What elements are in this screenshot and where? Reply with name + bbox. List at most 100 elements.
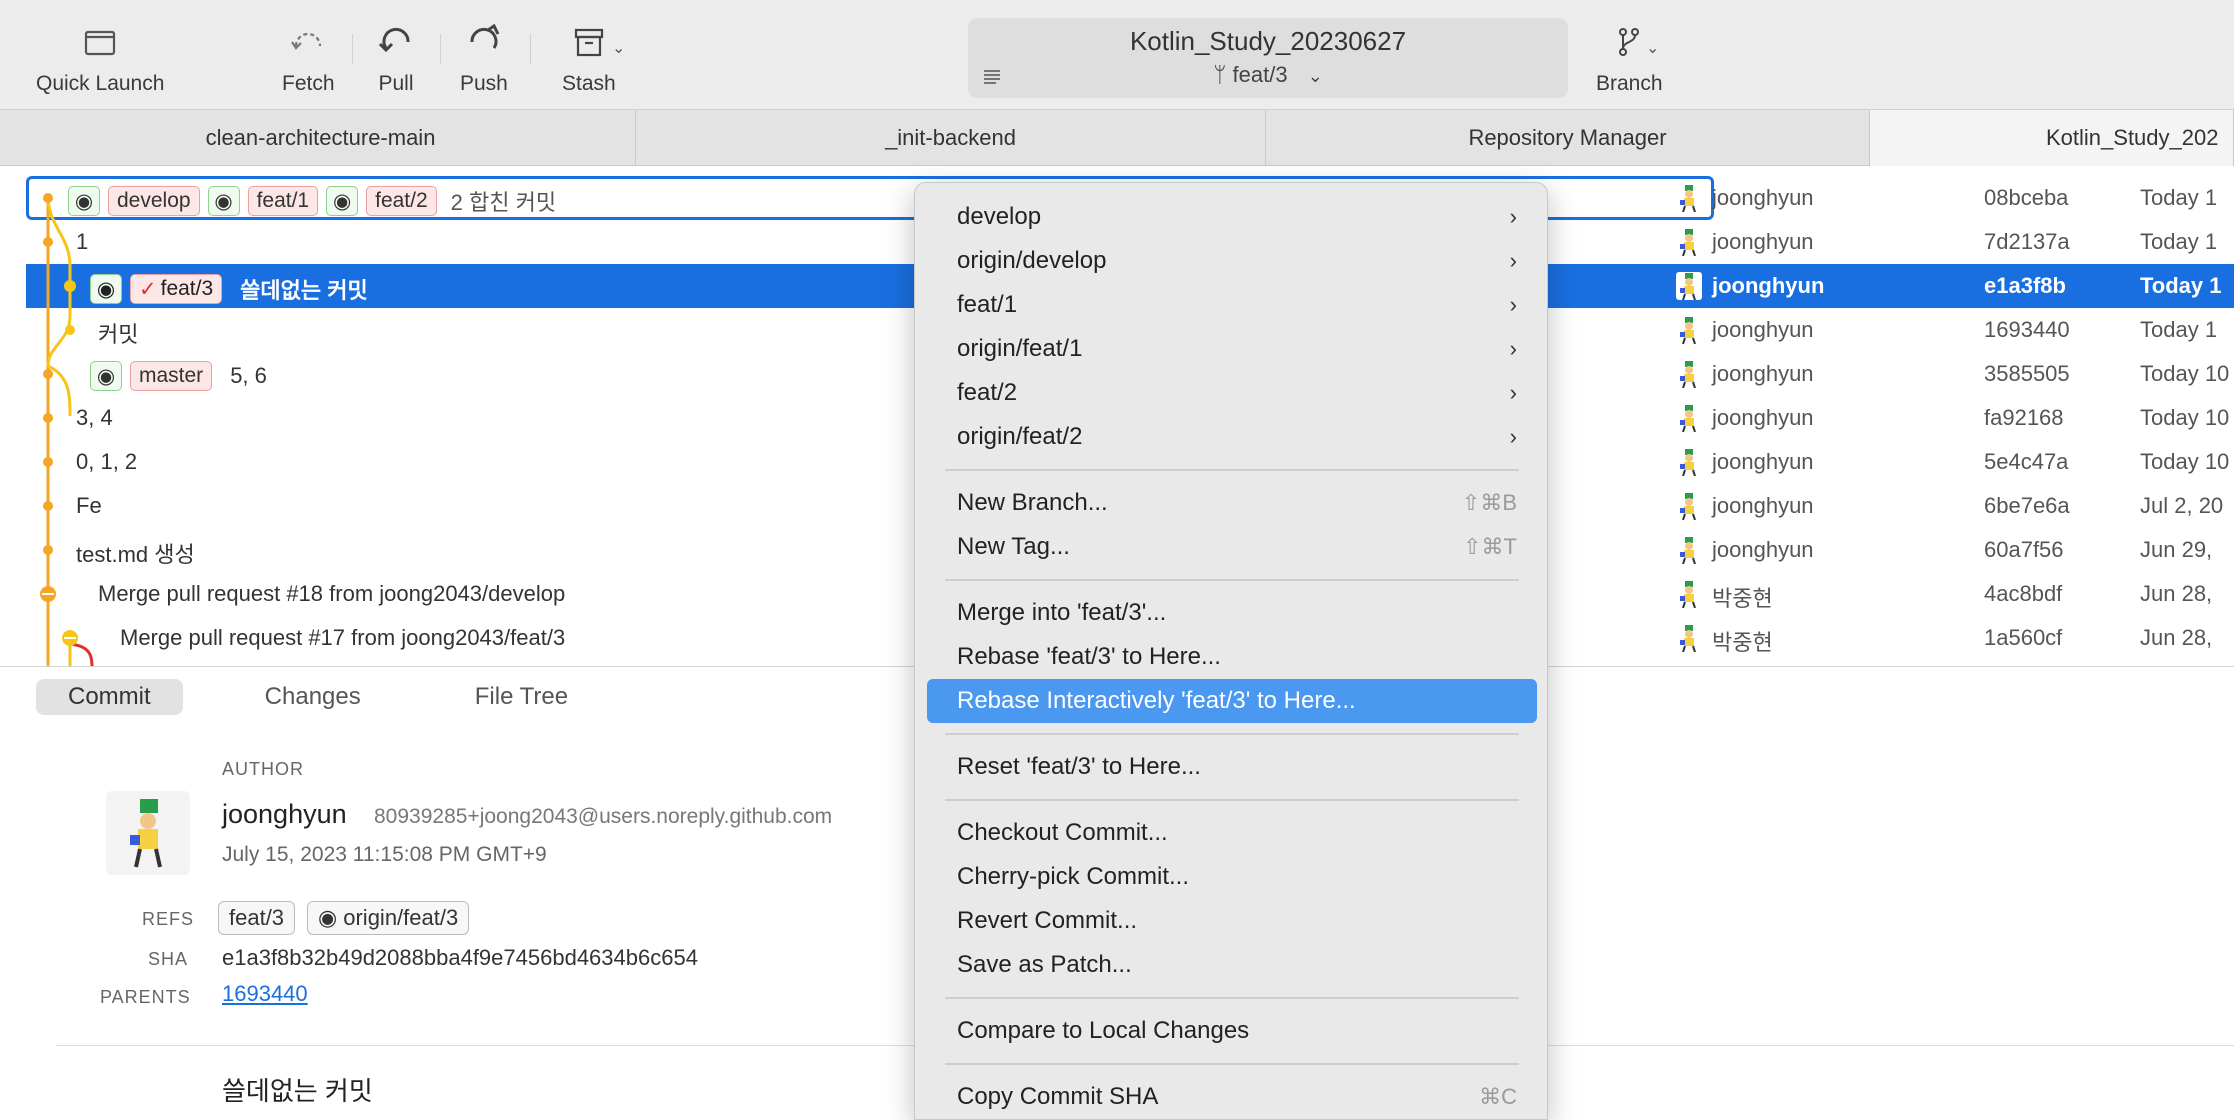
menu-item-label: origin/feat/1 <box>957 335 1083 362</box>
branch-ref-badge[interactable]: feat/2 <box>366 186 437 216</box>
menu-item-new-tag[interactable]: New Tag... ⇧⌘T <box>927 525 1537 569</box>
tab-clean-architecture-main[interactable]: clean-architecture-main <box>6 110 636 166</box>
avatar <box>1676 448 1702 477</box>
menu-item-feat-1[interactable]: feat/1 › <box>927 283 1537 327</box>
commit-sha: 08bceba <box>1984 185 2069 210</box>
menu-item-cherry-pick[interactable]: Cherry-pick Commit... <box>927 855 1537 899</box>
stash-dropdown-caret-icon[interactable]: ⌄ <box>612 38 625 58</box>
commit-sha: 1693440 <box>1984 317 2070 342</box>
commit-sha: 4ac8bdf <box>1984 581 2063 606</box>
detail-tabs: Commit Changes File Tree <box>36 679 600 715</box>
author-name: joonghyun <box>222 799 347 829</box>
menu-shortcut: ⇧⌘B <box>1461 490 1517 515</box>
commit-date: Jul 2, 20 <box>2140 493 2224 518</box>
menu-item-feat-2[interactable]: feat/2 › <box>927 371 1537 415</box>
stash-button[interactable]: Stash <box>562 22 616 96</box>
menu-item-origin-feat-2[interactable]: origin/feat/2 › <box>927 415 1537 459</box>
menu-item-revert-commit[interactable]: Revert Commit... <box>927 899 1537 943</box>
commit-date: Today 1 <box>2140 317 2218 342</box>
parent-commit-link[interactable]: 1693440 <box>222 981 308 1007</box>
branch-ref-badge[interactable]: develop <box>108 186 200 216</box>
author-email: 80939285+joong2043@users.noreply.github.… <box>374 805 833 828</box>
tab-init-backend[interactable]: _init-backend <box>636 110 1266 166</box>
menu-item-checkout-commit[interactable]: Checkout Commit... <box>927 811 1537 855</box>
commit-author: joonghyun <box>1712 493 1814 518</box>
commit-author: 박중현 <box>1712 630 1773 655</box>
tab-commit[interactable]: Commit <box>36 679 183 715</box>
commit-sha: 5e4c47a <box>1984 449 2069 474</box>
branch-ref-badge[interactable]: feat/1 <box>247 186 319 216</box>
menu-item-merge[interactable]: Merge into 'feat/3'... <box>927 591 1537 635</box>
menu-item-copy-commit-sha[interactable]: Copy Commit SHA ⌘C <box>927 1075 1537 1119</box>
menu-item-label: Revert Commit... <box>957 907 1138 934</box>
menu-item-label: develop <box>957 203 1042 230</box>
menu-separator <box>945 799 1519 801</box>
ref-pill[interactable]: feat/3 <box>218 901 296 935</box>
commit-sha: 6be7e6a <box>1984 493 2070 518</box>
menu-item-origin-feat-1[interactable]: origin/feat/1 › <box>927 327 1537 371</box>
menu-item-origin-develop[interactable]: origin/develop › <box>927 239 1537 283</box>
push-button[interactable]: Push <box>460 22 508 96</box>
menu-item-label: Reset 'feat/3' to Here... <box>957 753 1201 780</box>
parents-label: PARENTS <box>100 987 191 1007</box>
quick-launch-label: Quick Launch <box>36 72 165 95</box>
menu-item-label: Copy Commit SHA <box>957 1083 1159 1110</box>
menu-item-reset[interactable]: Reset 'feat/3' to Here... <box>927 745 1537 789</box>
pull-button[interactable]: Pull <box>376 22 416 96</box>
chevron-right-icon: › <box>1509 292 1517 317</box>
menu-shortcut: ⇧⌘T <box>1463 534 1517 559</box>
github-icon: ◉ <box>326 186 359 216</box>
chevron-right-icon: › <box>1509 204 1517 229</box>
avatar <box>1676 536 1702 565</box>
avatar <box>1676 404 1702 433</box>
commit-author: joonghyun <box>1712 361 1814 386</box>
menu-item-compare-local[interactable]: Compare to Local Changes <box>927 1009 1537 1053</box>
avatar <box>1676 228 1702 257</box>
commit-context-menu: develop › origin/develop › feat/1 › origin/… <box>914 182 1548 1120</box>
ref-pill[interactable]: ◉ origin/feat/3 <box>307 901 470 935</box>
tab-file-tree[interactable]: File Tree <box>443 679 600 715</box>
menu-item-label: origin/develop <box>957 247 1107 274</box>
chevron-right-icon: › <box>1509 380 1517 405</box>
pull-label: Pull <box>378 72 414 95</box>
commit-message-full: 쓸데없는 커밋 <box>222 1076 373 1106</box>
tab-kotlin-study[interactable]: Kotlin_Study_202 <box>1870 110 2234 166</box>
menu-item-label: Checkout Commit... <box>957 819 1168 846</box>
commit-date: Today 1 <box>2140 273 2222 298</box>
quick-launch-button[interactable]: Quick Launch <box>36 22 164 96</box>
tab-changes[interactable]: Changes <box>233 679 393 715</box>
menu-separator <box>945 579 1519 581</box>
toolbar: Quick Launch Fetch Pull Push Stash ⌄ Kot… <box>0 0 2234 110</box>
repository-tabs: clean-architecture-main _init-backend Re… <box>0 110 2234 166</box>
menu-separator <box>945 733 1519 735</box>
menu-item-rebase-interactively[interactable]: Rebase Interactively 'feat/3' to Here... <box>927 679 1537 723</box>
commit-author: joonghyun <box>1712 185 1814 210</box>
repository-title-box[interactable]: Kotlin_Study_20230627 ᛘ feat/3 ⌄ <box>968 18 1568 98</box>
list-icon[interactable] <box>982 68 1004 86</box>
menu-item-label: Merge into 'feat/3'... <box>957 599 1167 626</box>
toolbar-divider <box>440 34 441 64</box>
menu-item-new-branch[interactable]: New Branch... ⇧⌘B <box>927 481 1537 525</box>
chevron-right-icon: › <box>1509 248 1517 273</box>
branch-dropdown-caret-icon[interactable]: ⌄ <box>1646 38 1659 58</box>
avatar <box>1676 624 1702 653</box>
menu-separator <box>945 1063 1519 1065</box>
commit-author: joonghyun <box>1712 537 1814 562</box>
commit-message: Merge pull request #17 from joong2043/fe… <box>120 625 566 650</box>
commit-date: Today 10 <box>2140 361 2230 386</box>
stash-label: Stash <box>562 72 616 95</box>
tab-repository-manager[interactable]: Repository Manager <box>1266 110 1870 166</box>
menu-item-label: Compare to Local Changes <box>957 1017 1250 1044</box>
current-branch-selector[interactable]: ᛘ feat/3 ⌄ <box>968 62 1568 88</box>
commit-author: 박중현 <box>1712 586 1773 611</box>
branch-ref-badge[interactable]: master <box>130 361 213 391</box>
branch-button[interactable]: Branch <box>1596 22 1663 96</box>
menu-item-develop[interactable]: develop › <box>927 195 1537 239</box>
avatar <box>1676 184 1702 213</box>
menu-item-rebase[interactable]: Rebase 'feat/3' to Here... <box>927 635 1537 679</box>
branch-ref-badge[interactable]: ✓ feat/3 <box>130 274 223 304</box>
menu-item-save-as-patch[interactable]: Save as Patch... <box>927 943 1537 987</box>
fetch-button[interactable]: Fetch <box>282 22 335 96</box>
commit-author: joonghyun <box>1712 449 1814 474</box>
commit-message: Merge pull request #18 from joong2043/de… <box>98 581 566 606</box>
